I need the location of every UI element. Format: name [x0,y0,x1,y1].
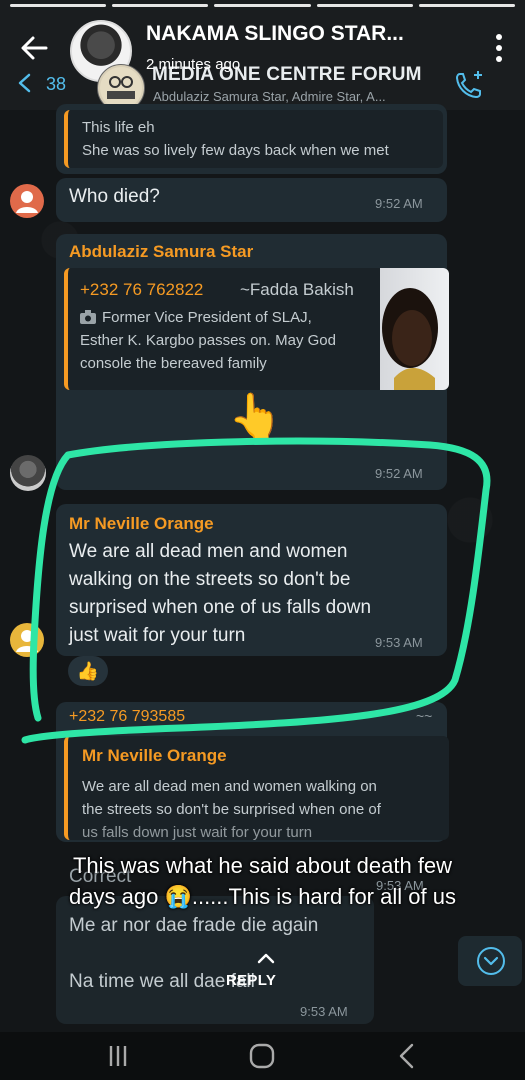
back-nav-icon[interactable] [388,1036,428,1076]
sender-avatar[interactable] [10,184,44,218]
status-progress [10,4,516,7]
message-time: 9:52 AM [375,196,423,211]
message-time: 9:52 AM [375,466,423,481]
quote-text: Former Vice President of SLAJ, [102,309,312,326]
reaction-badge[interactable]: 👍 [68,656,108,686]
status-contact-name: NAKAMA SLINGO STAR... [146,22,404,45]
message-text: walking on the streets so don't be [69,569,351,590]
quote-text: Esther K. Kargbo passes on. May God [80,332,336,349]
sender-name: ~~ [416,708,433,724]
quote-text: This life eh [82,119,155,136]
system-navigation-bar [0,1032,525,1080]
message-bubble[interactable]: +232 76 793585 ~~ Mr Neville Orange We a… [56,702,449,842]
quoted-message[interactable]: This life eh She was so lively few days … [64,110,443,168]
back-arrow-icon[interactable] [16,30,52,66]
quoted-message[interactable]: Mr Neville Orange We are all dead men an… [64,736,449,841]
quote-text: us falls down just wait for your turn [82,824,313,841]
person-icon [16,191,38,213]
message-text: We are all dead men and women [69,541,348,562]
sender-name: Mr Neville Orange [69,514,214,533]
message-text: surprised when one of us falls down [69,597,372,618]
quote-sender: Mr Neville Orange [82,746,227,765]
chevron-up-icon [257,953,275,964]
caption-line: This was what he said about death few [72,853,453,878]
quoted-message[interactable]: +232 76 762822 ~Fadda Bakish Former Vice… [64,268,449,390]
message-text: just wait for your turn [69,625,246,646]
more-options-icon[interactable] [495,34,503,66]
quote-text: console the bereaved family [80,355,267,372]
message-bubble[interactable]: Who died? 9:52 AM [56,178,447,222]
sender-phone: +232 76 793585 [69,708,186,725]
camera-icon [80,310,96,324]
home-icon[interactable] [242,1036,282,1076]
reply-button[interactable]: REPLY [226,972,276,989]
message-bubble[interactable]: This life eh She was so lively few days … [56,104,447,174]
status-caption: This was what he said about death few da… [0,850,525,912]
message-bubble[interactable]: Me ar nor dae frade die again Na time we… [56,896,374,1024]
unread-count[interactable]: 38 [46,74,66,95]
quote-text: the streets so don't be surprised when o… [82,801,381,818]
message-bubble[interactable]: Mr Neville Orange We are all dead men an… [56,504,447,656]
recent-apps-icon[interactable] [98,1036,138,1076]
quote-text: She was so lively few days back when we … [82,142,389,159]
reply-control[interactable] [236,948,296,973]
quote-text: We are all dead men and women walking on [82,778,377,795]
message-bubble[interactable]: Abdulaziz Samura Star +232 76 762822 ~Fa… [56,234,449,490]
quote-sender: ~Fadda Bakish [240,280,354,299]
add-call-icon[interactable] [452,68,486,102]
quote-thumbnail[interactable] [380,268,449,390]
sender-avatar[interactable] [10,455,46,491]
person-icon [16,630,38,652]
message-text: Who died? [69,186,160,207]
message-time: 9:53 AM [375,635,423,650]
message-time: 9:53 AM [300,1004,348,1019]
group-members: Abdulaziz Samura Star, Admire Star, A... [153,89,386,104]
status-time-ago: 2 minutes ago [146,56,241,73]
quote-phone: +232 76 762822 [80,280,204,299]
portrait-image [382,288,438,390]
pointing-hand-emoji: 👆 [228,392,283,441]
chevron-down-icon [477,947,505,975]
message-text: Me ar nor dae frade die again [69,915,319,936]
crying-emoji: 😭 [164,884,192,909]
sender-avatar[interactable] [10,623,44,657]
scroll-down-button[interactable] [458,936,522,986]
sender-name: Abdulaziz Samura Star [69,242,254,261]
chat-back-icon[interactable] [14,72,36,94]
caption-line: days ago 😭......This is hard for all of … [69,884,456,909]
